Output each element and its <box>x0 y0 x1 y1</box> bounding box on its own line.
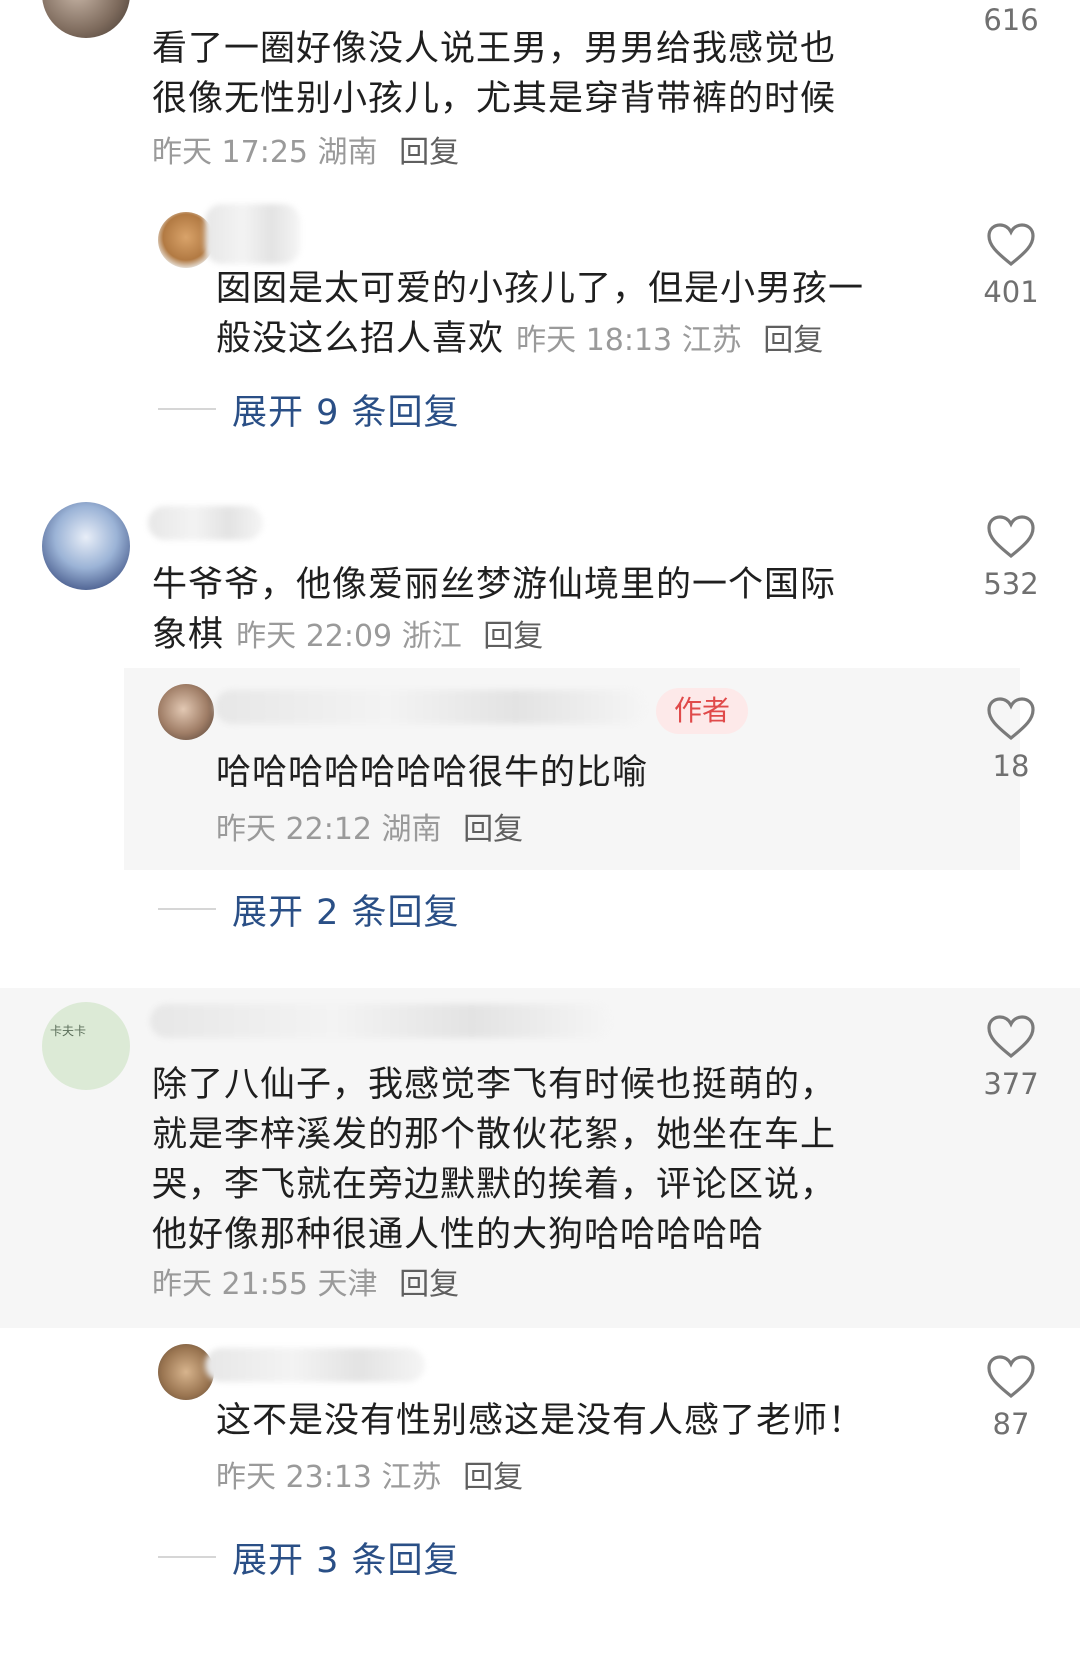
reply-button[interactable]: 回复 <box>763 323 823 358</box>
username-blurred <box>150 1004 610 1038</box>
comment-meta: 昨天 22:09 浙江 回复 <box>236 619 543 654</box>
heart-outline-icon <box>987 223 1035 267</box>
reply-button[interactable]: 回复 <box>463 1460 523 1495</box>
like-count: 532 <box>983 567 1039 601</box>
comment-text: 除了八仙子，我感觉李飞有时候也挺萌的， 就是李梓溪发的那个散伙花絮，她坐在车上 … <box>152 1065 837 1255</box>
divider <box>158 408 216 410</box>
reply-button[interactable]: 回复 <box>463 812 523 847</box>
author-avatar[interactable] <box>158 684 214 740</box>
like-count: 377 <box>983 1067 1039 1101</box>
commenter-avatar[interactable]: 卡夫卡 <box>42 1002 130 1090</box>
comment-location: 湖南 <box>317 135 378 170</box>
like-button[interactable]: 616 <box>980 0 1042 38</box>
commenter-avatar[interactable] <box>42 502 130 590</box>
divider <box>158 1556 216 1558</box>
like-count: 616 <box>983 3 1039 37</box>
like-button[interactable]: 532 <box>980 514 1042 602</box>
username-blurred <box>148 506 263 540</box>
reply-meta: 昨天 18:13 江苏 回复 <box>516 323 823 358</box>
like-button[interactable]: 401 <box>980 222 1042 310</box>
reply-time: 昨天 18:13 <box>516 323 673 358</box>
comment-time: 昨天 17:25 <box>152 135 308 170</box>
reply-location: 江苏 <box>381 1460 442 1495</box>
reply-time: 昨天 22:12 <box>216 812 372 847</box>
heart-outline-icon <box>987 1355 1035 1399</box>
heart-outline-icon <box>987 1015 1035 1059</box>
expand-replies-button[interactable]: 展开 3 条回复 <box>158 1532 460 1582</box>
reply-text: 这不是没有性别感这是没有人感了老师！ <box>216 1401 865 1441</box>
reply-button[interactable]: 回复 <box>399 1267 459 1302</box>
like-button[interactable]: 87 <box>980 1354 1042 1442</box>
reply-text: 囡囡是太可爱的小孩儿了，但是小男孩一 般没这么招人喜欢 昨天 18:13 江苏 … <box>216 269 865 359</box>
avatar-text: 卡夫卡 <box>50 1024 87 1038</box>
comment-time: 昨天 21:55 <box>152 1267 308 1302</box>
reply-meta: 昨天 22:12 湖南 回复 <box>216 810 523 850</box>
reply-time: 昨天 23:13 <box>216 1460 372 1495</box>
heart-outline-icon <box>987 515 1035 559</box>
comment-location: 天津 <box>317 1267 378 1302</box>
like-count: 401 <box>983 275 1039 309</box>
comment-time: 昨天 22:09 <box>236 619 393 654</box>
like-count: 18 <box>992 749 1030 783</box>
comment-text: 看了一圈好像没人说王男，男男给我感觉也 很像无性别小孩儿，尤其是穿背带裤的时候 <box>152 29 837 119</box>
comment-location: 浙江 <box>401 619 462 654</box>
reply-meta: 昨天 23:13 江苏 回复 <box>216 1458 523 1498</box>
username-blurred <box>205 1348 425 1382</box>
reply-button[interactable]: 回复 <box>399 135 459 170</box>
commenter-avatar[interactable] <box>42 0 130 38</box>
expand-replies-button[interactable]: 展开 9 条回复 <box>158 384 460 434</box>
author-tag: 作者 <box>656 688 749 734</box>
like-count: 87 <box>992 1407 1030 1441</box>
comment-meta: 昨天 17:25 湖南 回复 <box>152 133 459 173</box>
comment-text: 牛爷爷，他像爱丽丝梦游仙境里的一个国际 象棋 昨天 22:09 浙江 回复 <box>152 565 837 655</box>
expand-label: 展开 3 条回复 <box>232 1540 460 1581</box>
like-button[interactable]: 18 <box>980 696 1042 784</box>
comment-meta: 昨天 21:55 天津 回复 <box>152 1265 459 1305</box>
expand-label: 展开 2 条回复 <box>232 892 460 933</box>
like-button[interactable]: 377 <box>980 1014 1042 1102</box>
divider <box>158 908 216 910</box>
expand-replies-button[interactable]: 展开 2 条回复 <box>158 884 460 934</box>
reply-text: 哈哈哈哈哈哈哈很牛的比喻 <box>216 753 649 793</box>
heart-outline-icon <box>987 697 1035 741</box>
reply-location: 湖南 <box>381 812 442 847</box>
username-blurred <box>215 690 645 724</box>
reply-location: 江苏 <box>681 323 742 358</box>
username-blurred <box>205 204 300 264</box>
expand-label: 展开 9 条回复 <box>232 392 460 433</box>
reply-button[interactable]: 回复 <box>483 619 543 654</box>
